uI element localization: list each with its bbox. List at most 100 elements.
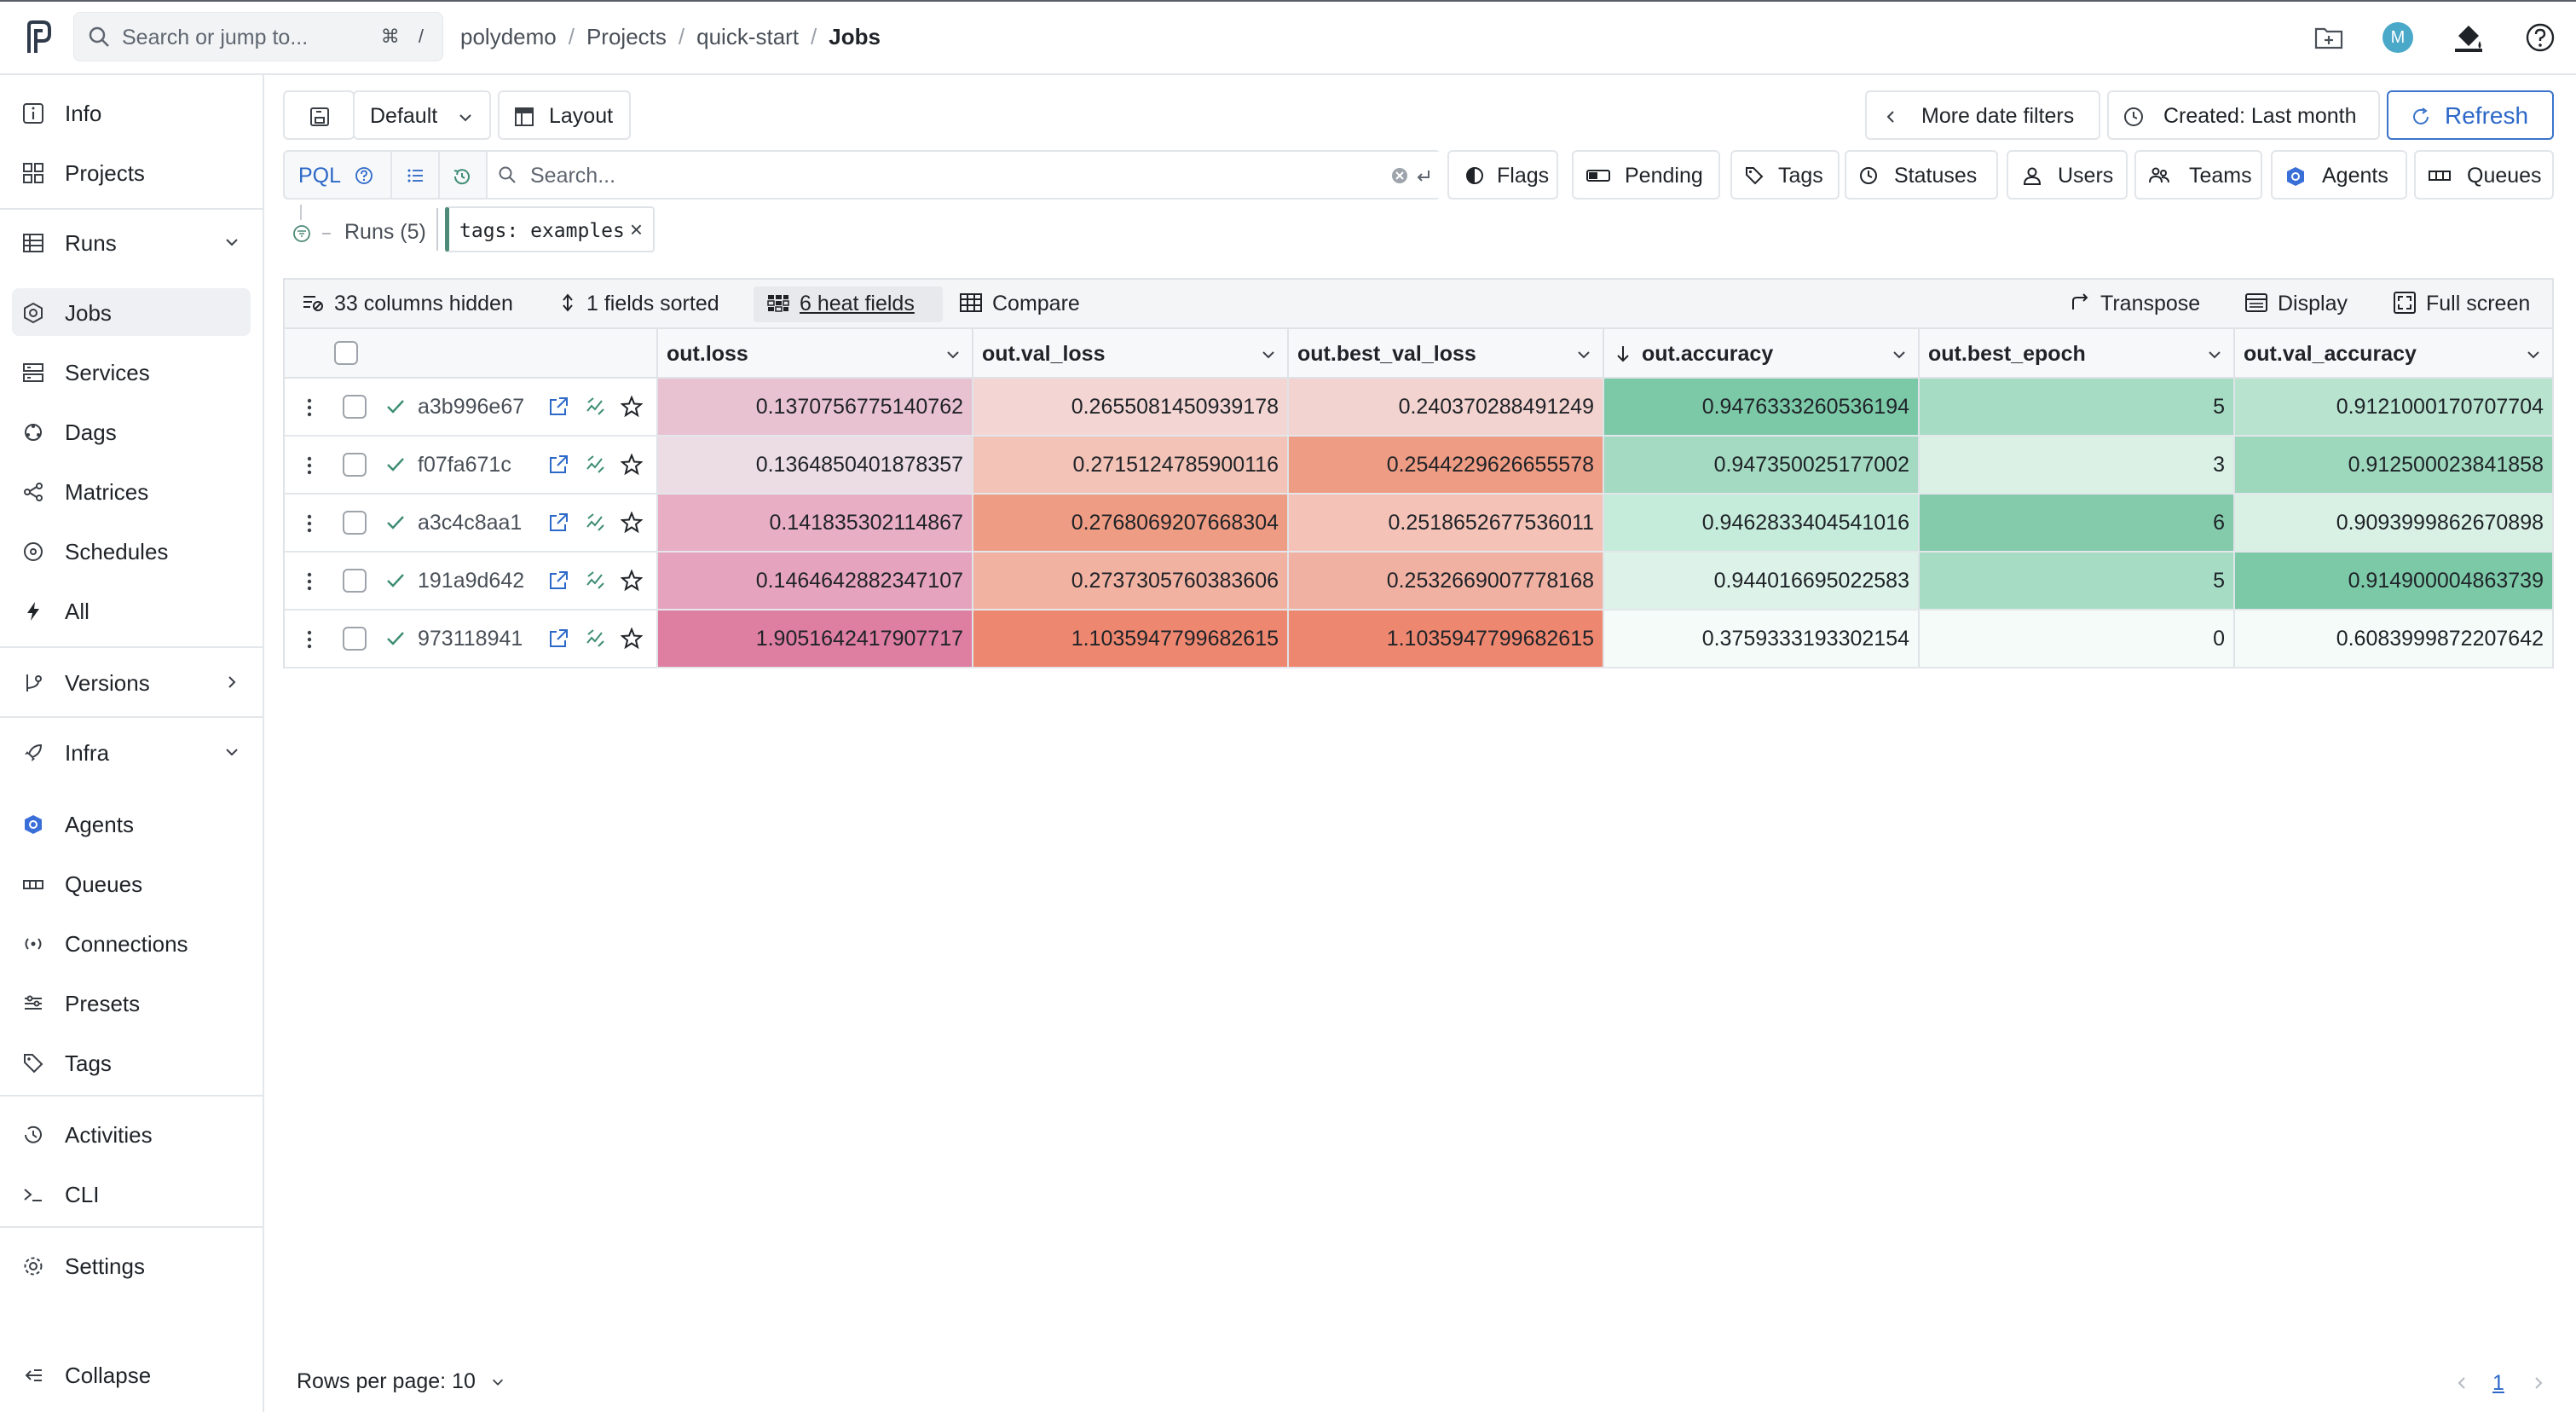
external-link-icon[interactable] — [547, 628, 569, 650]
sidebar-item-presets[interactable]: Presets — [12, 979, 251, 1027]
created-date-filter[interactable]: Created: Last month — [2107, 90, 2380, 140]
pql-toggle[interactable]: PQL — [298, 164, 341, 188]
view-select[interactable]: Default — [353, 90, 491, 140]
sidebar-item-agents[interactable]: Agents — [12, 800, 251, 848]
chevron-down-icon[interactable] — [944, 346, 962, 363]
more-date-filters-button[interactable]: More date filters — [1865, 90, 2100, 140]
star-icon[interactable] — [621, 396, 643, 418]
sidebar-item-projects[interactable]: Projects — [12, 148, 251, 196]
new-folder-icon[interactable] — [2312, 20, 2346, 55]
column-header-out-loss[interactable]: out.loss — [656, 329, 972, 379]
remove-filter-icon[interactable]: × — [630, 217, 643, 243]
row-checkbox[interactable] — [343, 395, 367, 419]
star-icon[interactable] — [621, 454, 643, 476]
drag-handle-icon[interactable] — [305, 571, 314, 592]
run-id[interactable]: 191a9d642 — [418, 569, 524, 593]
chevron-down-icon[interactable] — [2206, 346, 2223, 363]
star-icon[interactable] — [621, 628, 643, 650]
sidebar-item-info[interactable]: Info — [12, 89, 251, 136]
sidebar-item-all[interactable]: All — [12, 587, 251, 634]
compare-button[interactable]: Compare — [960, 292, 1080, 316]
sidebar-item-schedules[interactable]: Schedules — [12, 527, 251, 575]
statuses-filter[interactable]: Statuses — [1845, 150, 1998, 200]
sidebar-item-matrices[interactable]: Matrices — [12, 467, 251, 515]
clear-icon[interactable] — [1391, 167, 1408, 184]
history-filter-icon[interactable] — [452, 166, 472, 187]
layout-button[interactable]: Layout — [498, 90, 631, 140]
tag-filter-pill[interactable]: tags: examples × — [445, 206, 655, 252]
drag-handle-icon[interactable] — [305, 397, 314, 418]
sidebar-item-infra[interactable]: Infra — [12, 728, 251, 776]
fullscreen-button[interactable]: Full screen — [2394, 292, 2530, 316]
sidebar-item-versions[interactable]: Versions — [12, 658, 251, 706]
flags-filter[interactable]: Flags — [1447, 150, 1558, 200]
sidebar-collapse-button[interactable]: Collapse — [12, 1351, 251, 1398]
external-link-icon[interactable] — [547, 512, 569, 534]
enter-icon[interactable] — [1415, 167, 1432, 184]
polyaxon-logo-icon[interactable] — [20, 19, 55, 56]
drag-handle-icon[interactable] — [305, 513, 314, 534]
display-button[interactable]: Display — [2245, 292, 2348, 316]
select-all-checkbox[interactable] — [334, 341, 358, 365]
run-id[interactable]: a3c4c8aa1 — [418, 511, 522, 535]
external-link-icon[interactable] — [547, 396, 569, 418]
sidebar-item-tags[interactable]: Tags — [12, 1039, 251, 1086]
chevron-down-icon[interactable] — [1891, 346, 1908, 363]
compare-runs-icon[interactable] — [585, 396, 607, 418]
global-search[interactable]: Search or jump to... ⌘ / — [73, 12, 443, 61]
query-search-input[interactable]: Search... — [488, 152, 1441, 198]
column-header-out-best-epoch[interactable]: out.best_epoch — [1918, 329, 2233, 379]
chevron-right-icon[interactable] — [2530, 1374, 2547, 1392]
column-header-out-val-accuracy[interactable]: out.val_accuracy — [2233, 329, 2552, 379]
sidebar-item-cli[interactable]: CLI — [12, 1170, 251, 1218]
run-id[interactable]: a3b996e67 — [418, 395, 524, 420]
row-checkbox[interactable] — [343, 627, 367, 651]
run-id[interactable]: f07fa671c — [418, 453, 511, 477]
teams-filter[interactable]: Teams — [2134, 150, 2262, 200]
columns-hidden-button[interactable]: 33 columns hidden — [302, 292, 513, 316]
compare-runs-icon[interactable] — [585, 570, 607, 592]
help-circle-icon[interactable] — [355, 166, 373, 185]
chevron-down-icon[interactable] — [1260, 346, 1277, 363]
users-filter[interactable]: Users — [2007, 150, 2128, 200]
chevron-down-icon[interactable] — [2525, 346, 2542, 363]
external-link-icon[interactable] — [547, 454, 569, 476]
row-checkbox[interactable] — [343, 569, 367, 593]
column-header-out-accuracy[interactable]: out.accuracy — [1603, 329, 1918, 379]
star-icon[interactable] — [621, 570, 643, 592]
rows-per-page-select[interactable]: Rows per page: 10 — [297, 1369, 505, 1394]
refresh-button[interactable]: Refresh — [2387, 90, 2554, 140]
page-number[interactable]: 1 — [2492, 1371, 2504, 1396]
star-icon[interactable] — [621, 512, 643, 534]
compare-runs-icon[interactable] — [585, 512, 607, 534]
sidebar-item-queues[interactable]: Queues — [12, 859, 251, 907]
transpose-button[interactable]: Transpose — [2070, 292, 2200, 316]
table-row[interactable]: a3b996e67 0.1370756775140762 0.26550814509… — [285, 379, 2552, 437]
row-checkbox[interactable] — [343, 453, 367, 477]
sidebar-item-activities[interactable]: Activities — [12, 1110, 251, 1158]
queues-filter[interactable]: Queues — [2414, 150, 2554, 200]
list-icon[interactable] — [406, 166, 425, 185]
table-row[interactable]: 191a9d642 0.1464642882347107 0.27373057603… — [285, 553, 2552, 611]
drag-handle-icon[interactable] — [305, 629, 314, 650]
agents-filter[interactable]: Agents — [2271, 150, 2407, 200]
run-id[interactable]: 973118941 — [418, 627, 523, 651]
sidebar-item-connections[interactable]: Connections — [12, 919, 251, 967]
sidebar-item-jobs[interactable]: Jobs — [12, 288, 251, 336]
table-row[interactable]: a3c4c8aa1 0.141835302114867 0.276806920766… — [285, 495, 2552, 553]
pending-filter[interactable]: Pending — [1572, 150, 1720, 200]
compare-runs-icon[interactable] — [585, 628, 607, 650]
help-icon[interactable] — [2523, 20, 2557, 55]
chevron-down-icon[interactable] — [1575, 346, 1592, 363]
theme-paint-icon[interactable] — [2452, 20, 2486, 55]
avatar[interactable]: M — [2383, 22, 2413, 53]
sidebar-item-services[interactable]: Services — [12, 348, 251, 396]
drag-handle-icon[interactable] — [305, 455, 314, 476]
column-header-out-val-loss[interactable]: out.val_loss — [972, 329, 1287, 379]
column-header-out-best-val-loss[interactable]: out.best_val_loss — [1287, 329, 1603, 379]
sidebar-item-settings[interactable]: Settings — [12, 1241, 251, 1289]
row-checkbox[interactable] — [343, 511, 367, 535]
sorted-fields-button[interactable]: 1 fields sorted — [559, 292, 719, 316]
save-view-button[interactable] — [283, 90, 355, 140]
tags-filter[interactable]: Tags — [1730, 150, 1840, 200]
